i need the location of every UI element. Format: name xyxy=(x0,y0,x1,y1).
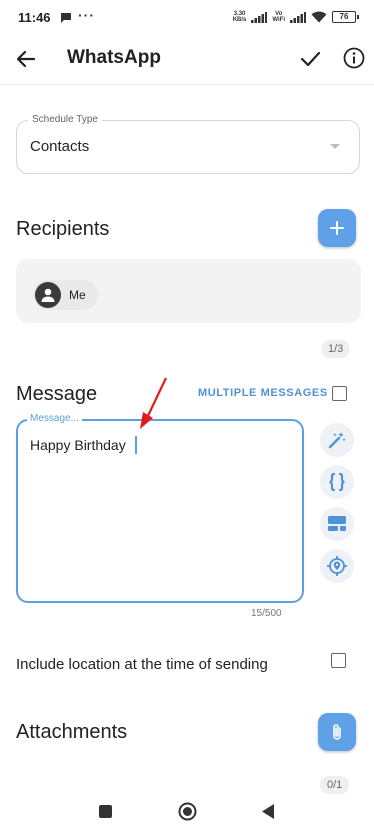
info-icon[interactable] xyxy=(343,47,365,74)
annotation-arrow-icon xyxy=(140,377,167,429)
magic-wand-button[interactable] xyxy=(320,423,354,457)
battery-icon: 76 xyxy=(332,11,359,23)
signal-icon-2 xyxy=(290,11,306,23)
multiple-messages-checkbox[interactable] xyxy=(332,386,347,401)
include-location-checkbox[interactable] xyxy=(331,653,346,668)
add-attachment-button[interactable] xyxy=(318,713,356,751)
plus-icon xyxy=(330,221,344,235)
variables-button[interactable] xyxy=(320,465,354,499)
recipient-chip-label: Me xyxy=(69,288,86,302)
system-nav-bar xyxy=(0,786,374,834)
recipients-count: 1/3 xyxy=(321,340,351,358)
multiple-messages-label[interactable]: MULTIPLE MESSAGES xyxy=(198,387,328,399)
attachments-heading: Attachments xyxy=(16,721,128,743)
app-bar: WhatsApp xyxy=(0,36,374,85)
network-speed: 3.30 KB/s xyxy=(233,11,247,23)
recents-square-icon[interactable] xyxy=(99,805,112,823)
add-recipient-button[interactable] xyxy=(318,209,356,247)
message-text: Happy Birthday xyxy=(30,437,126,453)
magic-wand-icon xyxy=(328,432,346,449)
message-char-counter: 15/500 xyxy=(251,608,282,619)
vowifi-indicator: Vo WiFi xyxy=(272,11,285,23)
location-button[interactable] xyxy=(320,549,354,583)
schedule-type-label: Schedule Type xyxy=(28,114,102,125)
status-bar: 11:46 ··· 3.30 KB/s Vo WiFi 76 xyxy=(0,0,374,36)
recipient-chip[interactable]: Me xyxy=(33,280,98,310)
schedule-type-value: Contacts xyxy=(30,138,90,155)
more-notifications-icon: ··· xyxy=(78,7,95,23)
recipients-heading: Recipients xyxy=(16,218,110,240)
network-speed-unit: KB/s xyxy=(232,17,247,23)
chevron-down-icon[interactable] xyxy=(330,144,340,149)
back-triangle-icon[interactable] xyxy=(262,804,275,824)
location-target-icon xyxy=(327,556,347,576)
paperclip-icon xyxy=(333,724,341,740)
message-field-label: Message... xyxy=(27,413,82,424)
status-icons: 3.30 KB/s Vo WiFi 76 xyxy=(233,9,359,25)
person-icon xyxy=(35,282,61,308)
message-notification-icon xyxy=(60,11,72,29)
signal-icon xyxy=(251,11,268,23)
wifi-icon xyxy=(311,11,327,23)
template-icon xyxy=(328,516,346,531)
message-heading: Message xyxy=(16,383,98,405)
text-cursor xyxy=(135,436,137,454)
vowifi-bottom: WiFi xyxy=(272,17,285,23)
check-icon[interactable] xyxy=(299,49,321,74)
curly-braces-icon xyxy=(329,472,345,492)
page-title: WhatsApp xyxy=(67,47,161,68)
include-location-label: Include location at the time of sending xyxy=(16,656,268,673)
clock: 11:46 xyxy=(18,10,51,25)
home-circle-icon[interactable] xyxy=(178,802,197,826)
arrow-left-icon[interactable] xyxy=(16,49,36,74)
template-button[interactable] xyxy=(320,507,354,541)
